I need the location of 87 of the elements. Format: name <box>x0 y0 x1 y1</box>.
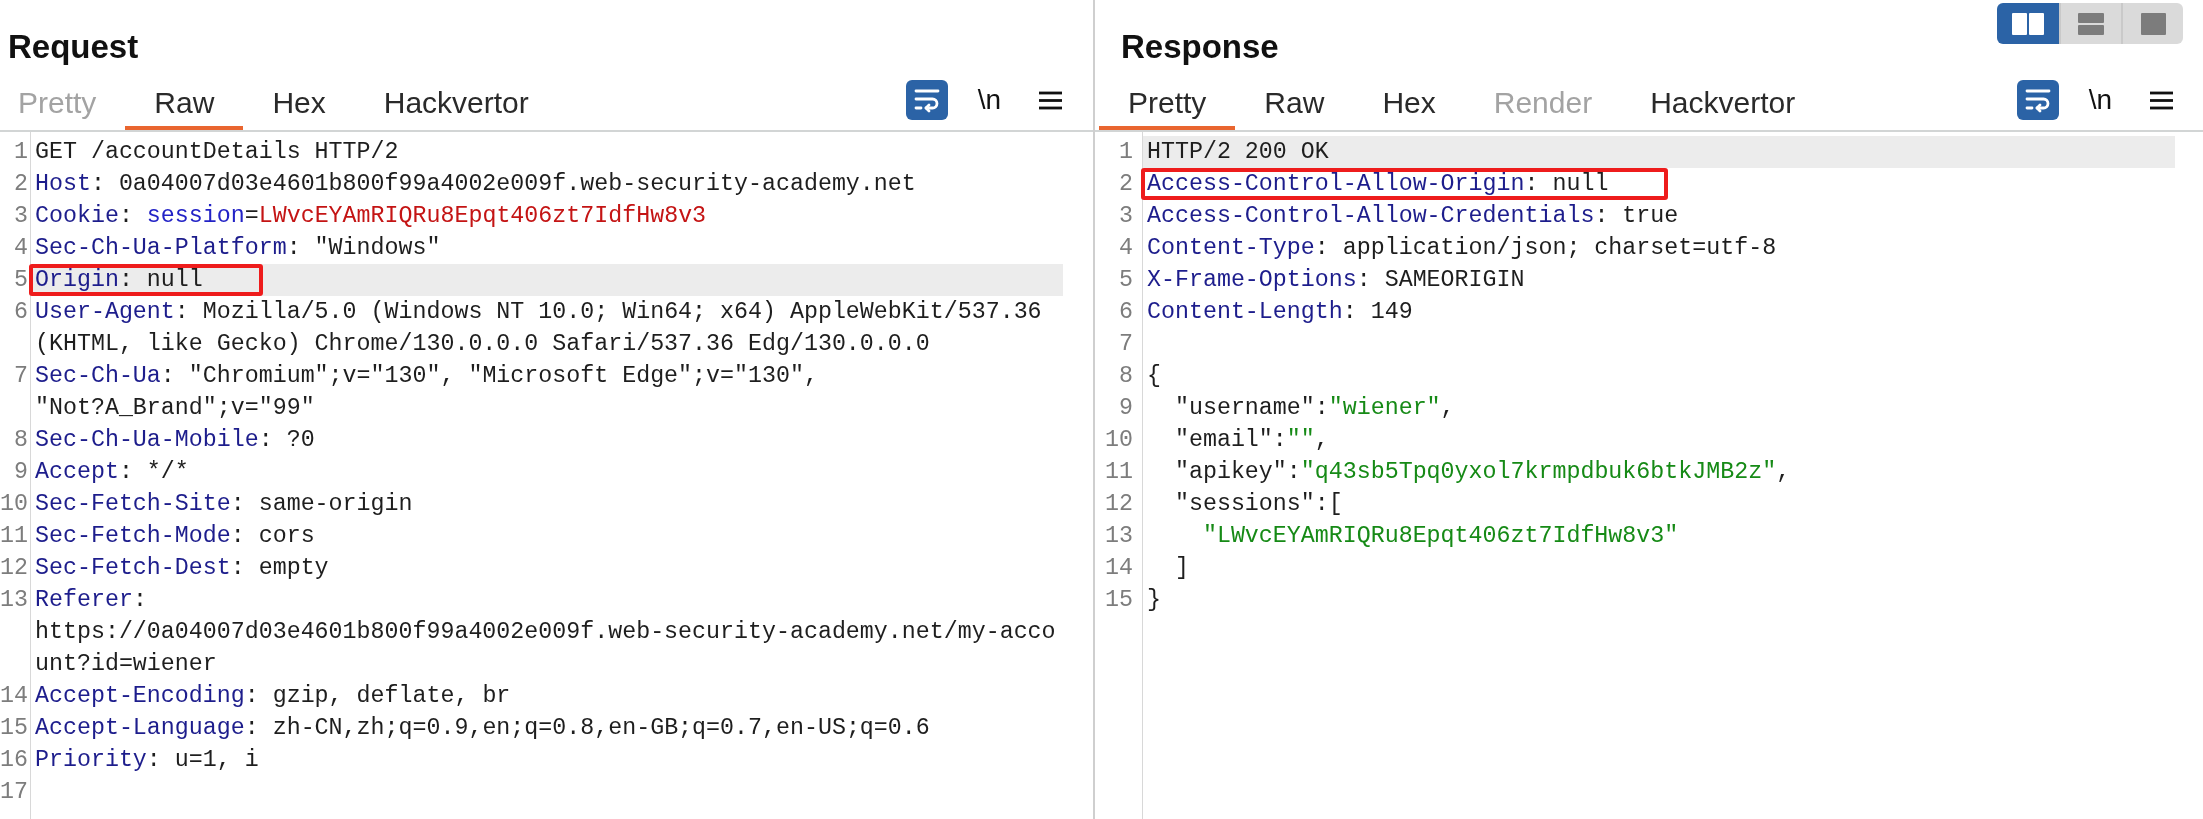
line-number: 2 <box>1118 170 1133 199</box>
line-number: 6 <box>13 298 28 327</box>
code-line: Accept-Language: zh-CN,zh;q=0.9,en;q=0.8,en-GB;q=0.7,en-US;q=0.6 <box>35 714 930 743</box>
line-number: 13 <box>1105 522 1133 551</box>
rows-icon <box>2078 12 2104 35</box>
code-line: GET /accountDetails HTTP/2 <box>35 138 399 167</box>
line-number: 8 <box>1118 362 1133 391</box>
code-line: Host: 0a04007d03e4601b800f99a4002e009f.web-security-academy.net <box>35 170 916 199</box>
code-line: X-Frame-Options: SAMEORIGIN <box>1147 266 1525 295</box>
code-line: ] <box>1173 554 1189 583</box>
wrap-toggle-button[interactable] <box>905 80 948 120</box>
line-number: 15 <box>1105 586 1133 615</box>
code-line: Content-Length: 149 <box>1147 298 1413 327</box>
layout-button[interactable] <box>2121 3 2183 44</box>
line-number: 4 <box>1118 234 1133 263</box>
code-line: Cookie: session=LWvcEYAmRIQRu8Epqt406zt7IdfHw8v3 <box>35 202 707 231</box>
line-number: 7 <box>1118 330 1133 359</box>
line-number: 14 <box>1105 554 1133 583</box>
tab[interactable]: Hex <box>243 70 355 130</box>
layout-button[interactable] <box>2059 3 2121 44</box>
line-number: 12 <box>0 554 28 583</box>
line-number: 10 <box>1105 426 1133 455</box>
code-line: "sessions":[ <box>1173 490 1343 519</box>
line-number: 3 <box>13 202 28 231</box>
menu-icon <box>1039 90 1062 110</box>
line-number: 12 <box>1105 490 1133 519</box>
code-line: Origin: null <box>35 268 203 292</box>
code-line: HTTP/2 200 OK <box>1147 138 1329 167</box>
wrap-toggle-button[interactable] <box>2016 80 2059 120</box>
wrap-icon <box>913 87 940 113</box>
line-number: 3 <box>1118 202 1133 231</box>
code-line: Priority: u=1, i <box>35 746 259 775</box>
line-number: 5 <box>1118 266 1133 295</box>
line-number: 4 <box>13 234 28 263</box>
code-line: User-Agent: Mozilla/5.0 (Windows NT 10.0; Win64; x64) AppleWebKit/537.36 (KHTML, like Gecko) Chrome/130.0.0.0 Safari/537.36 Edg/130.0.0.0 <box>35 298 1042 359</box>
square-icon <box>2140 12 2166 35</box>
line-number: 2 <box>13 170 28 199</box>
menu-icon <box>2150 90 2173 110</box>
code-line: "email":"", <box>1173 426 1329 455</box>
tab[interactable]: Hex <box>1353 70 1465 130</box>
code-line: Access-Control-Allow-Origin: null <box>1147 172 1609 196</box>
tab[interactable]: Raw <box>1235 70 1354 130</box>
code-line: Sec-Ch-Ua: "Chromium";v="130", "Microsoft Edge";v="130", "Not?A_Brand";v="99" <box>35 362 818 423</box>
line-number: 14 <box>0 682 28 711</box>
line-number: 5 <box>13 266 28 295</box>
code-line: Accept: */* <box>35 458 189 487</box>
menu-button[interactable] <box>1039 90 1062 110</box>
newline-button[interactable]: \n <box>2088 84 2112 116</box>
line-number: 9 <box>1118 394 1133 423</box>
line-number: 15 <box>0 714 28 743</box>
code-line: Sec-Ch-Ua-Platform: "Windows" <box>35 234 441 263</box>
line-number: 8 <box>13 426 28 455</box>
code-line: Sec-Fetch-Site: same-origin <box>35 490 413 519</box>
menu-button[interactable] <box>2150 90 2173 110</box>
code-line: Sec-Fetch-Dest: empty <box>35 554 329 583</box>
code-line: Referer: https://0a04007d03e4601b800f99a4002e009f.web-security-academy.net/my-acco unt?id=wiener <box>35 586 1056 679</box>
line-number: 13 <box>0 586 28 615</box>
line-number: 7 <box>13 362 28 391</box>
wrap-icon <box>2024 87 2051 113</box>
newline-button[interactable]: \n <box>977 84 1001 116</box>
line-number: 1 <box>1118 138 1133 167</box>
layout-button[interactable] <box>1997 3 2059 44</box>
tab[interactable]: Raw <box>125 70 244 130</box>
line-number: 17 <box>0 778 28 807</box>
panel-title: Response <box>1120 27 1279 67</box>
line-number: 16 <box>0 746 28 775</box>
code-line: } <box>1147 586 1161 615</box>
tab[interactable]: Pretty <box>1099 70 1236 130</box>
code-line: "apikey":"q43sb5Tpq0yxol7krmpdbuk6btkJMB2z", <box>1173 458 1791 487</box>
line-number: 10 <box>0 490 28 519</box>
line-number: 11 <box>0 522 28 551</box>
line-number: 9 <box>13 458 28 487</box>
code-line: Accept-Encoding: gzip, deflate, br <box>35 682 511 711</box>
code-line: Sec-Fetch-Mode: cors <box>35 522 315 551</box>
line-number: 1 <box>13 138 28 167</box>
tab[interactable]: Hackvertor <box>354 70 558 130</box>
code-line: Sec-Ch-Ua-Mobile: ?0 <box>35 426 315 455</box>
code-line: { <box>1147 362 1161 391</box>
panel-title: Request <box>7 27 139 67</box>
code-line: Access-Control-Allow-Credentials: true <box>1147 202 1679 231</box>
code-line: "LWvcEYAmRIQRu8Epqt406zt7IdfHw8v3" <box>1201 522 1679 551</box>
code-line: "username":"wiener", <box>1173 394 1455 423</box>
line-number: 11 <box>1105 458 1133 487</box>
columns-icon <box>2012 12 2044 35</box>
tab[interactable]: Hackvertor <box>1621 70 1825 130</box>
code-line: Content-Type: application/json; charset=utf-8 <box>1147 234 1777 263</box>
line-number: 6 <box>1118 298 1133 327</box>
